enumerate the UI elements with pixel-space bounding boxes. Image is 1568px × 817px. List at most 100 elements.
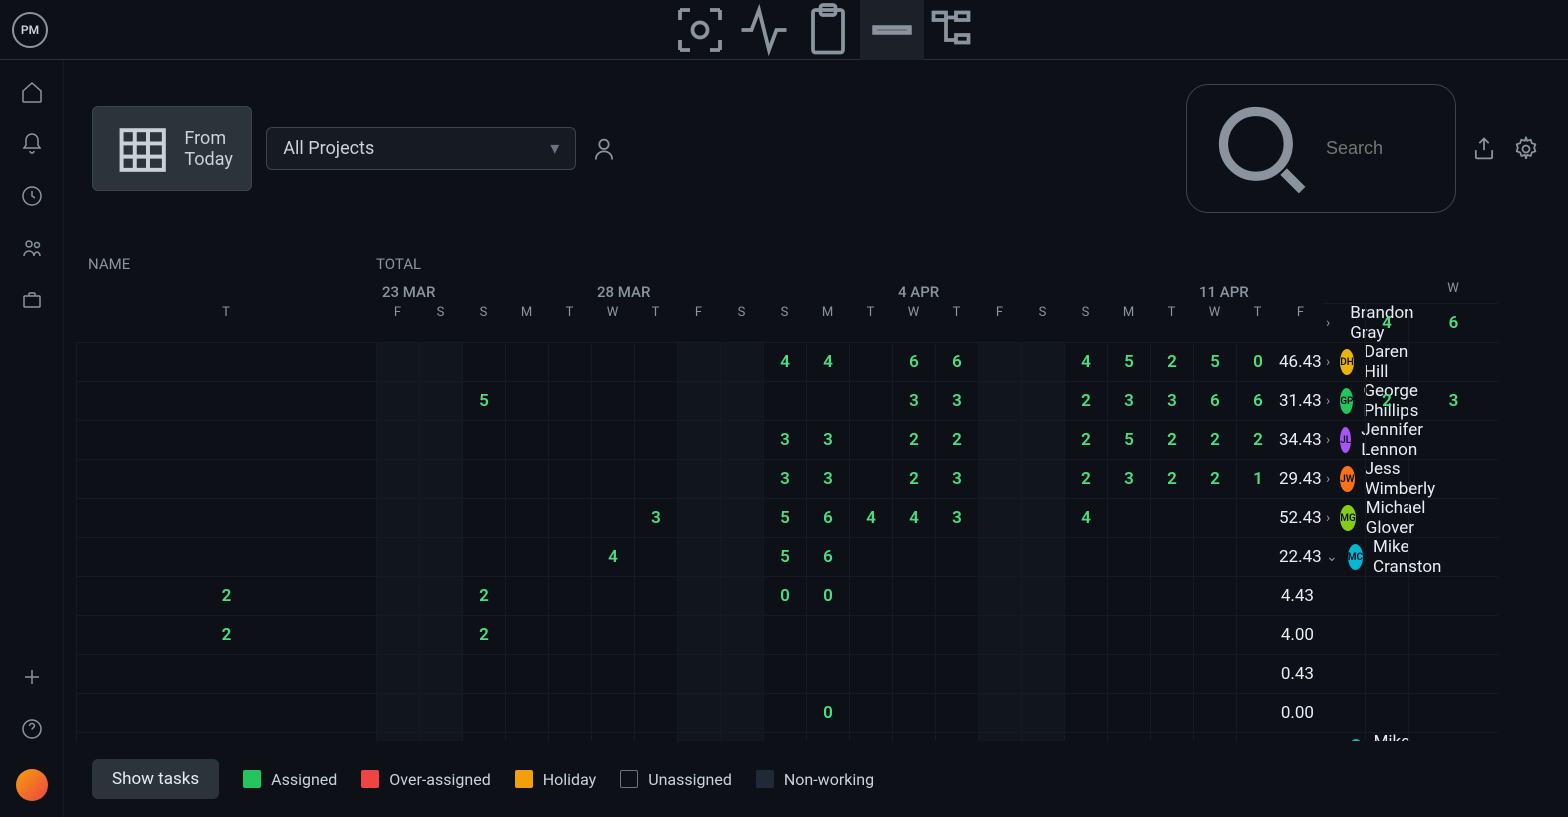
workload-cell[interactable]: [76, 498, 376, 537]
workload-cell[interactable]: [505, 459, 548, 498]
workload-cell[interactable]: [1021, 342, 1064, 381]
sidebar-projects[interactable]: [20, 288, 44, 312]
workload-cell[interactable]: [720, 459, 763, 498]
person-row[interactable]: › DH Daren Hill: [1322, 342, 1365, 381]
workload-cell[interactable]: [935, 693, 978, 732]
person-filter-button[interactable]: [590, 135, 618, 163]
workload-cell[interactable]: 5: [1193, 342, 1236, 381]
workload-cell[interactable]: [720, 615, 763, 654]
workload-cell[interactable]: [978, 537, 1021, 576]
person-row[interactable]: › JW Jess Wimberly: [1322, 459, 1365, 498]
workload-cell[interactable]: [76, 420, 376, 459]
workload-cell[interactable]: [1365, 498, 1408, 537]
workload-cell[interactable]: [978, 342, 1021, 381]
workload-cell[interactable]: [677, 654, 720, 693]
workload-cell[interactable]: [720, 693, 763, 732]
workload-cell[interactable]: [978, 576, 1021, 615]
workload-cell[interactable]: [462, 693, 505, 732]
workload-cell[interactable]: [892, 576, 935, 615]
workload-cell[interactable]: [763, 654, 806, 693]
workload-cell[interactable]: [806, 381, 849, 420]
workload-cell[interactable]: [1021, 459, 1064, 498]
workload-cell[interactable]: [1021, 693, 1064, 732]
workload-cell[interactable]: [634, 381, 677, 420]
workload-cell[interactable]: [76, 381, 376, 420]
workload-cell[interactable]: [1365, 615, 1408, 654]
workload-cell[interactable]: 6: [806, 498, 849, 537]
workload-cell[interactable]: [935, 615, 978, 654]
workload-cell[interactable]: [720, 732, 763, 741]
workload-cell[interactable]: [505, 576, 548, 615]
workload-cell[interactable]: 6: [935, 342, 978, 381]
workload-cell[interactable]: [1107, 654, 1150, 693]
workload-cell[interactable]: [806, 732, 849, 741]
workload-cell[interactable]: [505, 693, 548, 732]
workload-cell[interactable]: [978, 732, 1021, 741]
workload-cell[interactable]: 3: [763, 420, 806, 459]
workload-cell[interactable]: 3: [1107, 459, 1150, 498]
workload-cell[interactable]: [1193, 654, 1236, 693]
workload-cell[interactable]: [634, 342, 677, 381]
workload-cell[interactable]: [720, 498, 763, 537]
workload-cell[interactable]: [1365, 654, 1408, 693]
workload-cell[interactable]: [1021, 615, 1064, 654]
workload-cell[interactable]: [1236, 654, 1279, 693]
workload-cell[interactable]: [419, 654, 462, 693]
workload-cell[interactable]: [548, 459, 591, 498]
workload-cell[interactable]: [634, 537, 677, 576]
workload-cell[interactable]: [419, 537, 462, 576]
sidebar-add[interactable]: [20, 665, 44, 689]
workload-cell[interactable]: [849, 615, 892, 654]
expand-chevron[interactable]: ›: [1326, 354, 1330, 370]
workload-cell[interactable]: [1193, 498, 1236, 537]
workload-cell[interactable]: [505, 498, 548, 537]
workload-cell[interactable]: [76, 654, 376, 693]
workload-cell[interactable]: [806, 654, 849, 693]
workload-cell[interactable]: 0: [1236, 342, 1279, 381]
workload-cell[interactable]: 2: [1365, 381, 1408, 420]
workload-cell[interactable]: 3: [1107, 381, 1150, 420]
workload-cell[interactable]: [591, 693, 634, 732]
workload-cell[interactable]: [849, 381, 892, 420]
workload-cell[interactable]: [76, 537, 376, 576]
workload-cell[interactable]: [1236, 498, 1279, 537]
workload-cell[interactable]: [376, 576, 419, 615]
workload-cell[interactable]: [849, 420, 892, 459]
workload-cell[interactable]: [462, 459, 505, 498]
workload-cell[interactable]: [76, 459, 376, 498]
workload-cell[interactable]: [892, 693, 935, 732]
workload-cell[interactable]: [76, 732, 376, 741]
expand-chevron[interactable]: ›: [1326, 510, 1330, 526]
workload-cell[interactable]: [677, 498, 720, 537]
workload-cell[interactable]: [376, 381, 419, 420]
person-row[interactable]: › JL Jennifer Lennon: [1322, 420, 1365, 459]
workload-cell[interactable]: [1408, 498, 1498, 537]
workload-cell[interactable]: [720, 654, 763, 693]
workload-cell[interactable]: [376, 420, 419, 459]
workload-cell[interactable]: [892, 537, 935, 576]
workload-cell[interactable]: [892, 732, 935, 741]
workload-cell[interactable]: [849, 693, 892, 732]
workload-cell[interactable]: [505, 654, 548, 693]
workload-cell[interactable]: [677, 576, 720, 615]
workload-cell[interactable]: [1021, 654, 1064, 693]
workload-cell[interactable]: [376, 498, 419, 537]
workload-cell[interactable]: [548, 498, 591, 537]
workload-cell[interactable]: [505, 732, 548, 741]
workload-cell[interactable]: [591, 498, 634, 537]
workload-cell[interactable]: 4: [1365, 303, 1408, 342]
workload-cell[interactable]: [935, 576, 978, 615]
workload-cell[interactable]: 5: [763, 537, 806, 576]
workload-cell[interactable]: 6: [892, 342, 935, 381]
workload-cell[interactable]: [1236, 537, 1279, 576]
workload-cell[interactable]: [1064, 693, 1107, 732]
workload-cell[interactable]: [76, 342, 376, 381]
workload-cell[interactable]: [935, 537, 978, 576]
sidebar-team[interactable]: [20, 236, 44, 260]
workload-cell[interactable]: [419, 576, 462, 615]
workload-cell[interactable]: [419, 459, 462, 498]
workload-cell[interactable]: [1408, 420, 1498, 459]
tab-scan[interactable]: [668, 0, 732, 60]
workload-cell[interactable]: [978, 420, 1021, 459]
workload-cell[interactable]: [677, 615, 720, 654]
